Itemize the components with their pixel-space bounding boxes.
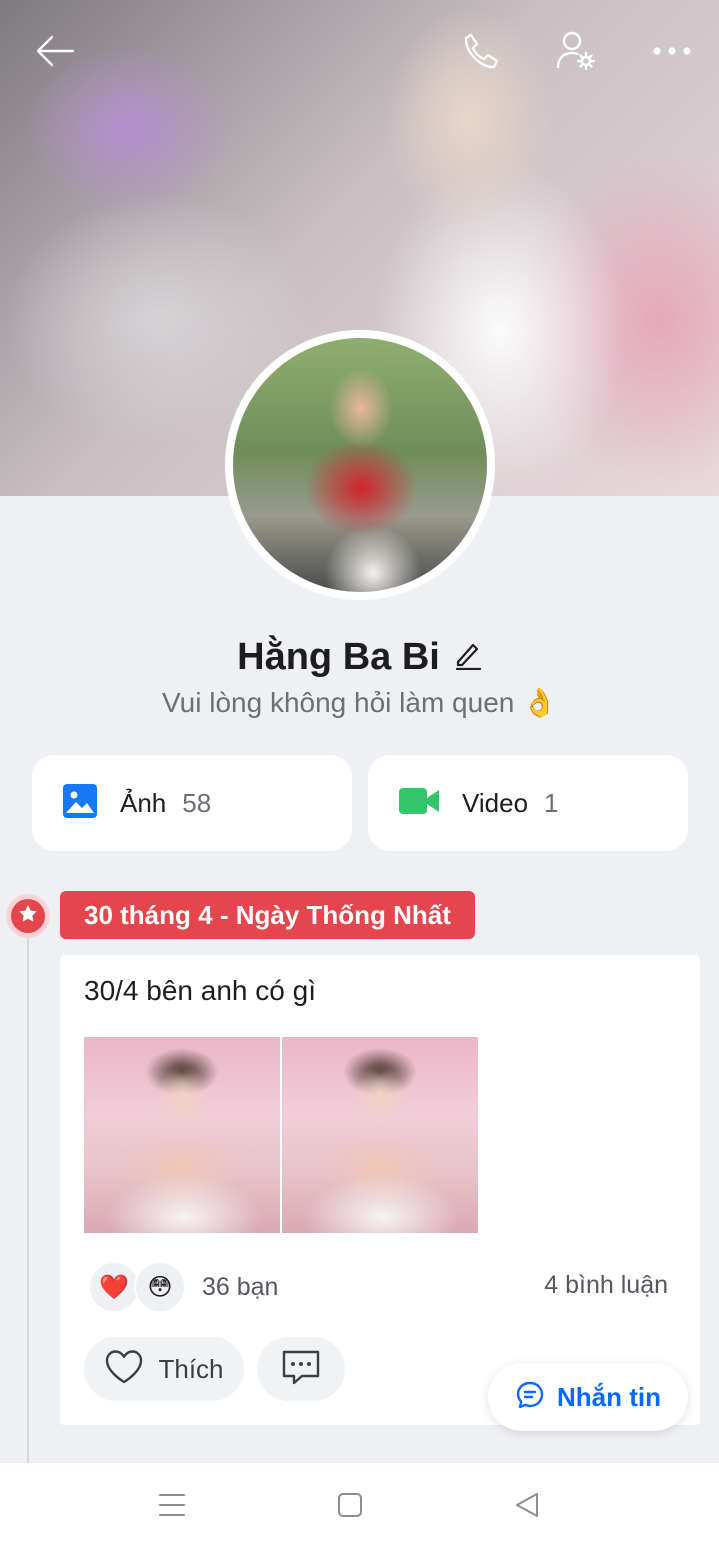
comment-button[interactable]: [257, 1337, 345, 1401]
more-options-button[interactable]: [642, 26, 702, 80]
timeline-badge: [6, 894, 50, 938]
event-tag[interactable]: 30 tháng 4 - Ngày Thống Nhất: [60, 891, 475, 939]
post-text: 30/4 bên anh có gì: [84, 975, 316, 1006]
home-button[interactable]: [330, 1487, 370, 1527]
system-back-button[interactable]: [507, 1487, 547, 1527]
reactions-count: 36 bạn: [202, 1272, 279, 1301]
post-photo[interactable]: [282, 1037, 478, 1233]
videos-label: Video: [462, 787, 529, 818]
post-photo[interactable]: [84, 1037, 280, 1233]
profile-name-row: Hằng Ba Bi: [0, 632, 719, 682]
photos-count: 58: [182, 787, 212, 818]
videos-count: 1: [544, 787, 559, 818]
phone-icon: [461, 31, 501, 76]
timeline-line: [27, 935, 29, 1465]
comment-icon: [280, 1348, 322, 1391]
arrow-left-icon: [35, 34, 75, 73]
profile-bio: Vui lòng không hỏi làm quen 👌: [162, 687, 557, 718]
square-icon: [337, 1492, 363, 1523]
star-icon: [18, 904, 38, 929]
user-settings-button[interactable]: [548, 26, 604, 80]
pencil-icon[interactable]: [454, 640, 482, 675]
chat-bubble-icon: [515, 1380, 545, 1415]
heart-reaction-icon: ❤️: [88, 1261, 140, 1313]
photos-card[interactable]: Ảnh 58: [32, 755, 352, 851]
avatar-image: [233, 338, 487, 592]
like-label: Thích: [158, 1353, 224, 1384]
reactions-summary[interactable]: ❤️ 😳 36 bạn: [88, 1261, 278, 1313]
more-horizontal-icon: [652, 44, 692, 62]
image-icon: [62, 783, 98, 824]
back-button[interactable]: [28, 26, 82, 80]
comments-count[interactable]: 4 bình luận: [544, 1271, 668, 1300]
user-gear-icon: [554, 29, 598, 78]
surprised-reaction-icon: 😳: [134, 1261, 186, 1313]
call-button[interactable]: [454, 26, 508, 80]
heart-outline-icon: [104, 1349, 144, 1390]
system-navigation-bar: [0, 1463, 719, 1551]
avatar[interactable]: [225, 330, 495, 600]
photos-label: Ảnh: [120, 787, 167, 818]
like-button[interactable]: Thích: [84, 1337, 244, 1401]
message-label: Nhắn tin: [557, 1381, 661, 1412]
message-button[interactable]: Nhắn tin: [488, 1363, 688, 1431]
video-camera-icon: [398, 786, 440, 821]
menu-lines-icon: [158, 1493, 186, 1522]
post-card: 30/4 bên anh có gì ❤️ 😳 36 bạn 4 bình lu…: [60, 955, 700, 1425]
videos-card[interactable]: Video 1: [368, 755, 688, 851]
profile-name: Hằng Ba Bi: [237, 635, 440, 678]
recent-apps-button[interactable]: [152, 1487, 192, 1527]
triangle-back-icon: [514, 1491, 540, 1524]
